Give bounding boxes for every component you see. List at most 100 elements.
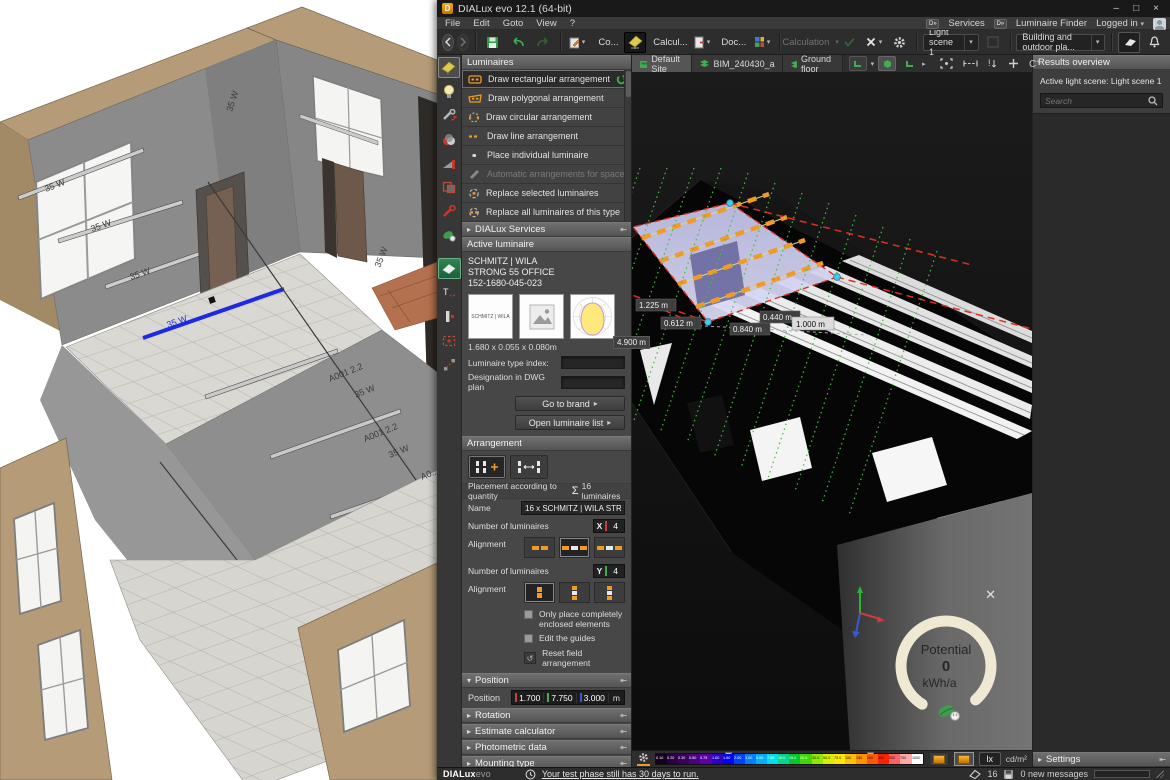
trial-phase-link[interactable]: Your test phase still has 30 days to run… (542, 769, 699, 779)
emergency-tool-icon[interactable] (438, 153, 460, 174)
align-y-center-button[interactable] (559, 582, 590, 603)
align-y-spread-button[interactable] (594, 582, 625, 603)
arrangement-mode-spacing-button[interactable] (510, 455, 548, 479)
tool-draw-rectangular-arrangement[interactable]: Draw rectangular arrangement (462, 70, 631, 89)
position-header[interactable]: ▾ Position ⇤ (462, 673, 631, 688)
documentation-button[interactable]: Doc... (716, 32, 748, 53)
light-scene-edit-button[interactable] (982, 32, 1004, 53)
repair-tool-icon[interactable] (438, 201, 460, 222)
section-estimate-calculator[interactable]: ▸Estimate calculator⇤ (462, 724, 631, 739)
construction-mode-button[interactable]: Co... (591, 32, 621, 53)
maintenance-tool-icon[interactable] (438, 105, 460, 126)
planning-mode-button[interactable]: ▾ (566, 32, 588, 53)
photometric-thumbnail[interactable] (570, 294, 615, 339)
measure-label-0612[interactable]: 0.612 m (661, 317, 701, 329)
view-plan-button[interactable] (900, 56, 918, 71)
logged-in-dropdown[interactable]: Logged in ▾ (1096, 18, 1144, 29)
redo-button[interactable] (532, 32, 554, 53)
view-mode-button[interactable] (849, 56, 867, 71)
settings-gear-button[interactable] (888, 32, 910, 53)
measure-label-0840[interactable]: 0.840 m (730, 323, 770, 335)
3d-scene[interactable]: 1.225 m 0.612 m 0.840 m 0.440 m 1.000 m (632, 73, 1032, 750)
calc-cancel-button[interactable]: ▾ (863, 32, 885, 53)
zoom-fit-icon[interactable] (940, 58, 953, 69)
gauge-close-icon[interactable]: ✕ (985, 590, 996, 600)
view-3d-button[interactable] (878, 56, 896, 71)
save-button[interactable] (482, 32, 504, 53)
tab-default-site[interactable]: Default Site (632, 55, 692, 72)
measure-icon[interactable] (963, 59, 978, 68)
maximize-button[interactable]: □ (1133, 3, 1139, 14)
results-search[interactable] (1040, 93, 1163, 108)
north-arrow-icon[interactable]: ! (988, 58, 998, 69)
placement-quantity-row[interactable]: Placement according to quantity Σ 16 lum… (462, 483, 631, 499)
menu-view[interactable]: View (536, 18, 556, 29)
calculation-surface-tool-icon[interactable] (438, 330, 460, 351)
tool-place-individual-luminaire[interactable]: Place individual luminaire (462, 146, 631, 165)
cad-3d-view[interactable]: 35 W 35 W 35 W 35 W 35 W 35 W A001 2.2 3… (0, 0, 437, 780)
type-index-input[interactable] (561, 356, 625, 369)
only-enclosed-checkbox[interactable] (524, 610, 533, 619)
profile-select[interactable]: Building and outdoor pla...▾ (1016, 34, 1105, 51)
section-rotation[interactable]: ▸Rotation⇤ (462, 708, 631, 723)
arrangement-header[interactable]: Arrangement (462, 436, 631, 451)
align-x-left-button[interactable] (524, 537, 555, 558)
section-photometric-data[interactable]: ▸Photometric data⇤ (462, 740, 631, 755)
results-list[interactable] (1033, 113, 1170, 752)
photo-thumbnail[interactable] (519, 294, 564, 339)
dialux-services-header[interactable]: ▸ DIALux Services ⇤ (462, 222, 631, 237)
pin-icon[interactable]: ⇤ (1159, 755, 1165, 764)
luminaire-finder-link[interactable]: Luminaire Finder (1016, 18, 1087, 29)
back-button[interactable] (442, 34, 454, 51)
pan-icon[interactable] (1008, 58, 1019, 69)
text-annotation-tool-icon[interactable]: T (438, 282, 460, 303)
align-y-top-button[interactable] (524, 582, 555, 603)
measure-label-1225[interactable]: 1.225 m (636, 299, 676, 311)
tool-automatic-arrangements[interactable]: Automatic arrangements for spaces (462, 165, 631, 184)
energy-gauge[interactable]: Potential 0 kWh/a (892, 606, 1000, 724)
view-more-button[interactable]: ▸ (922, 60, 926, 68)
search-input[interactable] (1045, 96, 1144, 106)
calculation-start-button[interactable]: Calculation ▾ (786, 32, 835, 53)
forward-button[interactable] (457, 34, 469, 51)
view-mode-dropdown[interactable]: ▾ (871, 60, 875, 68)
titlebar[interactable]: D DIALux evo 12.1 (64-bit) – □ × (437, 0, 1170, 17)
undo-button[interactable] (507, 32, 529, 53)
light-scene-select[interactable]: Light scene 1▾ (923, 34, 979, 51)
settings-section[interactable]: ▸ Settings ⇤ (1033, 752, 1170, 767)
y-count-input[interactable]: Y 4 (593, 564, 625, 578)
dwg-designation-input[interactable] (561, 376, 625, 389)
position-input[interactable]: 1.700 7.750 3.000 m (511, 690, 625, 705)
unit-cdm2-label[interactable]: cd/m² (1006, 754, 1027, 764)
filter-objects-tool-icon[interactable] (438, 177, 460, 198)
edit-guides-checkbox[interactable] (524, 634, 533, 643)
measure-line-tool-icon[interactable] (438, 354, 460, 375)
menu-help[interactable]: ? (570, 18, 575, 29)
tool-replace-all-luminaires[interactable]: Replace all luminaires of this type (462, 203, 631, 222)
tool-draw-circular-arrangement[interactable]: Draw circular arrangement (462, 108, 631, 127)
measure-input-1000[interactable]: 1.000 m (792, 317, 834, 330)
notifications-bell-button[interactable] (1143, 32, 1165, 53)
measure-label-4900[interactable]: 4.900 m (613, 336, 650, 349)
brand-logo-thumbnail[interactable]: SCHMITZ | WILA (468, 294, 513, 339)
tool-draw-line-arrangement[interactable]: Draw line arrangement (462, 127, 631, 146)
active-luminaire-tile[interactable] (438, 258, 461, 279)
light-colour-tool-icon[interactable] (438, 129, 460, 150)
go-to-brand-button[interactable]: Go to brand▸ (515, 396, 625, 411)
minimize-button[interactable]: – (1114, 3, 1120, 14)
calc-ok-button[interactable] (838, 32, 860, 53)
luminaires-tool-icon[interactable] (438, 57, 460, 78)
x-count-input[interactable]: X 4 (593, 519, 625, 533)
apps-button[interactable]: ▾ (751, 32, 773, 53)
gauge-menu-icon[interactable] (961, 679, 970, 687)
section-tool-icon[interactable] (438, 306, 460, 327)
unit-lx-button[interactable]: lx (979, 752, 1001, 766)
open-luminaire-list-button[interactable]: Open luminaire list▸ (515, 415, 625, 430)
tab-building[interactable]: BIM_240430_a (692, 55, 783, 72)
rotate-view-icon[interactable]: C (1029, 58, 1041, 69)
light-mode-button[interactable] (624, 32, 646, 53)
arrangement-mode-quantity-button[interactable] (468, 455, 506, 479)
menu-file[interactable]: File (445, 18, 460, 29)
colour-gradient-button-2[interactable] (954, 752, 974, 766)
arrangement-name-input[interactable]: 16 x SCHMITZ | WILA STRONG 55 (521, 501, 625, 515)
